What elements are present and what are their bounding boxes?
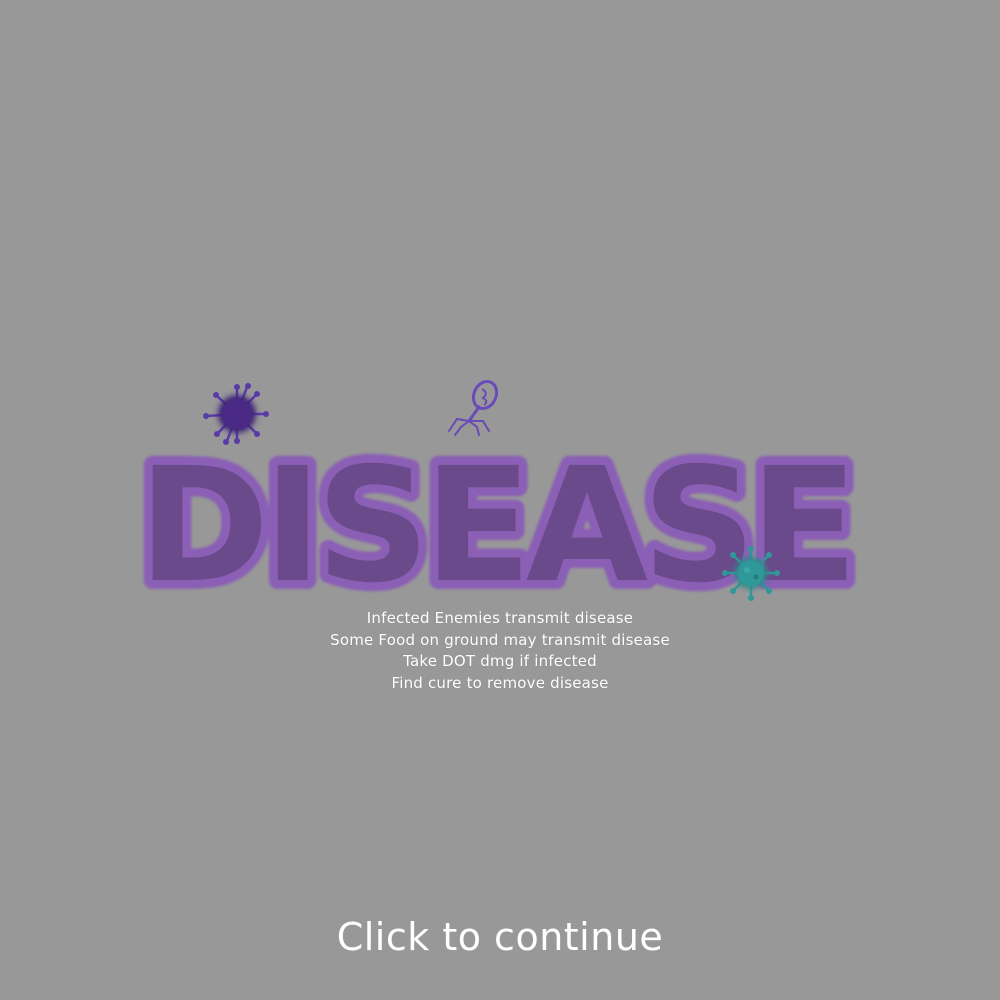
logo-title: DISEASE (138, 434, 852, 618)
teal-virus-icon (722, 546, 780, 601)
info-line-enemies: Infected Enemies transmit disease (366, 609, 634, 627)
disease-logo-art: DISEASE DISEASE (129, 379, 867, 627)
info-line-dot: Take DOT dmg if infected (403, 652, 597, 670)
info-text-block: Infected Enemies transmit disease Some F… (0, 608, 1000, 694)
disease-logo: DISEASE DISEASE (129, 370, 867, 627)
continue-button[interactable]: Click to continue (0, 915, 1000, 959)
info-line-food: Some Food on ground may transmit disease (330, 630, 670, 649)
bacteriophage-icon (448, 379, 499, 436)
info-line-cure: Find cure to remove disease (391, 673, 609, 692)
disease-intro-screen[interactable]: DISEASE DISEASE Infected Enemies transmi… (0, 0, 1000, 1000)
